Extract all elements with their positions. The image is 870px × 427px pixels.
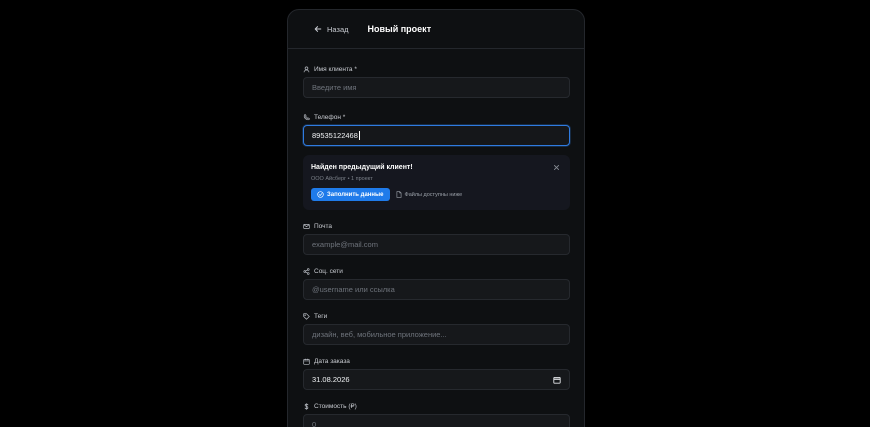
notice-title: Найден предыдущий клиент! — [311, 164, 413, 171]
cost-field: Стоимость (₽) 0 — [303, 402, 570, 427]
order-date-label: Дата заказа — [314, 357, 350, 365]
file-icon — [396, 191, 401, 198]
project-form: Имя клиента * Введите имя Телефон * 8953… — [288, 49, 584, 427]
cost-placeholder: 0 — [312, 420, 317, 427]
order-date-field: Дата заказа 31.08.2026 — [303, 357, 570, 390]
client-name-placeholder: Введите имя — [312, 83, 357, 92]
tag-icon — [303, 312, 310, 320]
phone-input[interactable]: 89535122468 — [303, 125, 570, 146]
notice-subtitle: ООО Айсберг • 1 проект — [311, 176, 373, 182]
phone-icon — [303, 113, 310, 120]
tags-label: Теги — [314, 312, 328, 320]
social-input[interactable]: @username или ссылка — [303, 279, 570, 300]
email-placeholder: example@mail.com — [312, 240, 378, 249]
fill-data-button[interactable]: Заполнить данные — [311, 188, 390, 201]
phone-value: 89535122468 — [312, 131, 358, 140]
order-date-input[interactable]: 31.08.2026 — [303, 369, 570, 390]
files-text: Файлы доступны ниже — [404, 191, 463, 198]
panel-header: Назад Новый проект — [288, 10, 584, 49]
new-project-panel: Назад Новый проект Имя клиента * Введите… — [287, 9, 585, 427]
previous-client-notice: Найден предыдущий клиент! ООО Айсберг • … — [303, 155, 570, 210]
mail-icon — [303, 223, 310, 229]
user-icon — [303, 65, 310, 72]
calendar-picker-icon[interactable] — [553, 376, 561, 384]
fill-data-label: Заполнить данные — [327, 191, 384, 198]
text-caret — [358, 131, 360, 140]
email-field: Почта example@mail.com — [303, 222, 570, 255]
tags-input[interactable]: дизайн, веб, мобильное приложение... — [303, 324, 570, 345]
phone-label: Телефон * — [314, 113, 346, 121]
back-label: Назад — [327, 24, 349, 34]
calendar-icon — [303, 358, 310, 365]
client-name-label: Имя клиента * — [314, 65, 357, 73]
social-field: Соц. сети @username или ссылка — [303, 267, 570, 300]
files-info: Файлы доступны ниже — [396, 191, 463, 198]
back-button[interactable]: Назад — [314, 25, 349, 34]
page-title: Новый проект — [367, 24, 432, 34]
order-date-value: 31.08.2026 — [312, 375, 350, 384]
share-icon — [303, 267, 310, 275]
social-placeholder: @username или ссылка — [312, 285, 395, 294]
client-name-field: Имя клиента * Введите имя — [303, 65, 570, 98]
phone-field: Телефон * 89535122468 — [303, 113, 570, 146]
check-circle-icon — [317, 191, 324, 198]
cost-label: Стоимость (₽) — [314, 403, 357, 410]
client-name-input[interactable]: Введите имя — [303, 77, 570, 98]
tags-field: Теги дизайн, веб, мобильное приложение..… — [303, 312, 570, 345]
arrow-left-icon — [314, 26, 322, 32]
email-input[interactable]: example@mail.com — [303, 234, 570, 255]
dollar-icon — [304, 402, 309, 410]
close-icon[interactable] — [553, 164, 560, 171]
cost-input[interactable]: 0 — [303, 414, 570, 427]
social-label: Соц. сети — [314, 267, 343, 275]
email-label: Почта — [314, 222, 333, 230]
tags-placeholder: дизайн, веб, мобильное приложение... — [312, 330, 447, 339]
